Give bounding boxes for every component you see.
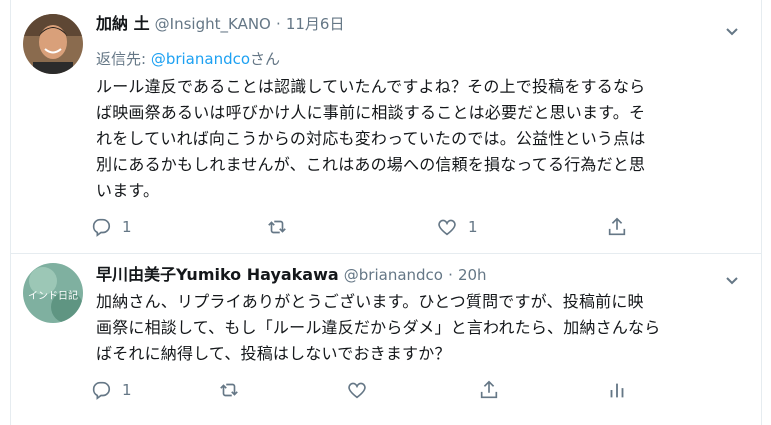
analytics-icon	[610, 383, 624, 398]
tweet-header: 加納 土 @Insight_KANO · 11月6日	[96, 14, 344, 34]
separator: ·	[275, 15, 281, 33]
tweet-text-line: れをしていれば向こうからの対応も変わっていたのでは。公益性という点は	[96, 129, 646, 148]
share-icon	[608, 217, 626, 236]
chevron-down-icon[interactable]	[722, 22, 742, 42]
share-button[interactable]	[606, 214, 628, 240]
timestamp[interactable]: 20h	[458, 266, 487, 284]
tweet-actions: 1	[90, 377, 730, 403]
like-button[interactable]: 1	[436, 214, 478, 240]
replying-prefix: 返信先:	[96, 50, 151, 68]
share-button[interactable]	[478, 377, 500, 403]
tweet-text-line: 加納さん、リプライありがとうございます。ひとつ質問ですが、投稿前に映	[96, 292, 644, 311]
separator: ·	[448, 266, 453, 284]
tweet-text-line: ばそれに納得して、投稿はしないでおきますか？	[96, 344, 451, 363]
reply-count: 1	[122, 218, 132, 236]
tweet-text-line: ば映画祭あるいは呼びかけ人に事前に相談することは必要だと思います。そ	[96, 103, 646, 122]
retweet-icon	[268, 220, 286, 234]
reply-icon	[92, 218, 111, 237]
chevron-down-icon[interactable]	[722, 271, 742, 291]
display-name[interactable]: 加納 土	[96, 14, 150, 33]
retweet-icon	[220, 383, 238, 397]
analytics-button[interactable]	[606, 377, 628, 403]
heart-icon	[348, 382, 366, 399]
avatar-photo	[23, 14, 83, 74]
heart-icon	[438, 219, 456, 236]
avatar[interactable]: インド日記	[23, 263, 83, 323]
retweet-button[interactable]	[266, 214, 298, 240]
tweet-text-line: 画祭に相談して、もし「ルール違反だからダメ」と言われたら、加納さんなら	[96, 318, 661, 337]
tweet-text-line: 別にあるかもしれませんが、これはあの場への信頼を損なってる行為だと思	[96, 155, 646, 174]
like-button[interactable]	[346, 377, 368, 403]
tweet-text: ルール違反であることは認識していたんですよね？その上で投稿をするなら ば映画祭あ…	[96, 74, 756, 204]
avatar[interactable]	[23, 14, 83, 74]
replying-to-link[interactable]: @brianandco	[151, 50, 250, 68]
reply-icon	[92, 381, 111, 400]
reply-button[interactable]: 1	[90, 377, 132, 403]
replying-suffix: さん	[250, 50, 281, 68]
replying-to: 返信先: @brianandcoさん	[96, 48, 280, 69]
avatar-image: インド日記	[23, 263, 83, 323]
display-name[interactable]: 早川由美子Yumiko Hayakawa	[96, 265, 339, 284]
user-handle[interactable]: @brianandco	[344, 266, 443, 284]
reply-button[interactable]: 1	[90, 214, 132, 240]
tweet[interactable]: インド日記 早川由美子Yumiko Hayakawa @brianandco ·…	[10, 253, 762, 425]
tweet-header: 早川由美子Yumiko Hayakawa @brianandco · 20h	[96, 265, 487, 285]
tweet-text-line: ルール違反であることは認識していたんですよね？その上で投稿をするなら	[96, 77, 646, 96]
avatar-text: インド日記	[28, 289, 78, 302]
timestamp[interactable]: 11月6日	[286, 15, 345, 33]
user-handle[interactable]: @Insight_KANO	[155, 15, 271, 33]
tweet-text-line: います。	[96, 181, 160, 200]
tweet-text: 加納さん、リプライありがとうございます。ひとつ質問ですが、投稿前に映 画祭に相談…	[96, 289, 756, 367]
reply-count: 1	[122, 381, 132, 399]
share-icon	[480, 380, 498, 399]
like-count: 1	[468, 218, 478, 236]
retweet-button[interactable]	[218, 377, 240, 403]
tweet-actions: 1 1	[90, 214, 650, 240]
tweet[interactable]: 加納 土 @Insight_KANO · 11月6日 返信先: @brianan…	[10, 0, 762, 254]
